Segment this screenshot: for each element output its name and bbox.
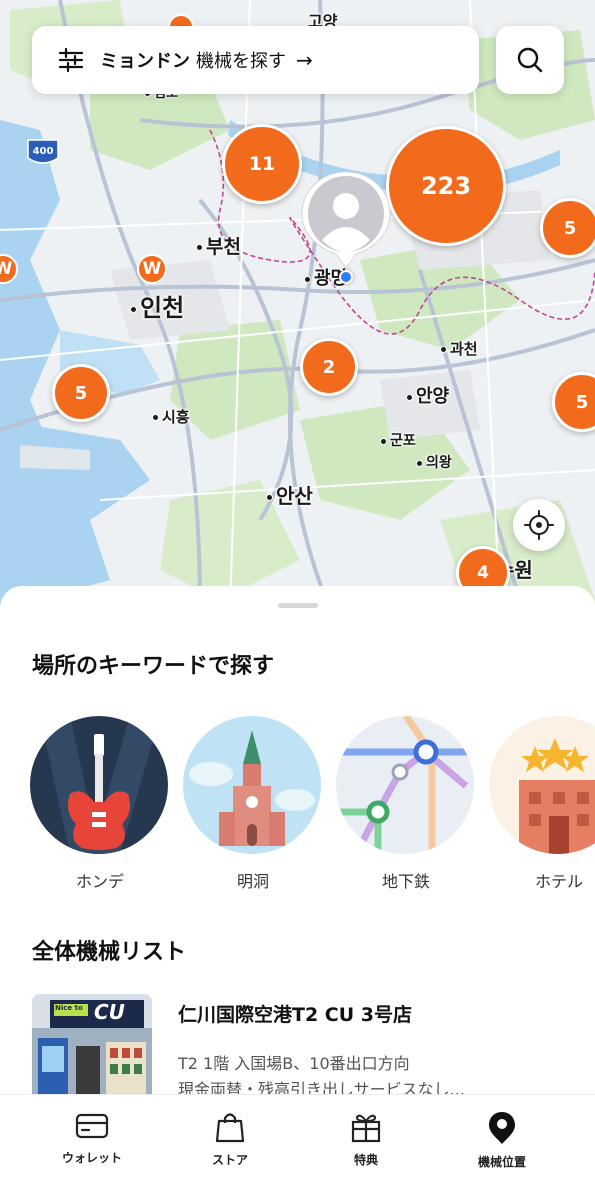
filter-sliders-icon[interactable] bbox=[58, 47, 84, 73]
brand-pin-icon[interactable]: W bbox=[137, 254, 167, 284]
machine-name: 仁川国際空港T2 CU 3号店 bbox=[178, 1004, 413, 1026]
keyword-item-hotel[interactable]: ホテル bbox=[489, 716, 595, 892]
keyword-label: 地下鉄 bbox=[381, 872, 430, 891]
tab-wallet[interactable]: ウォレット bbox=[32, 1111, 152, 1166]
map-cluster[interactable]: 2 bbox=[300, 338, 358, 396]
place-label-incheon: 인천 bbox=[130, 288, 184, 323]
keyword-item-hongdae[interactable]: ホンデ bbox=[30, 716, 170, 892]
gift-icon bbox=[351, 1114, 381, 1143]
bottom-tab-bar: ウォレット ストア 特典 機械位置 bbox=[0, 1094, 595, 1199]
guitar-icon bbox=[30, 716, 168, 854]
wallet-card-icon bbox=[75, 1113, 109, 1139]
current-location-dot bbox=[339, 270, 353, 284]
bottom-sheet[interactable]: 場所のキーワードで探す ホンデ 明洞 地下鉄 ホテル 全体機械リスト Nice … bbox=[0, 586, 595, 1106]
locate-me-button[interactable] bbox=[513, 499, 565, 551]
highway-shield-label: 400 bbox=[32, 146, 54, 157]
place-label-uiwang: 의왕 bbox=[416, 452, 452, 472]
place-label-bucheon: 부천 bbox=[196, 232, 241, 259]
place-label-gwacheon: 과천 bbox=[440, 338, 478, 359]
place-label-gunpo: 군포 bbox=[380, 430, 416, 450]
keyword-label: ホテル bbox=[534, 872, 583, 891]
user-avatar-pin-icon[interactable] bbox=[298, 168, 394, 278]
subway-map-icon bbox=[336, 716, 474, 854]
hotel-icon bbox=[489, 716, 595, 854]
tab-label: 機械位置 bbox=[477, 1155, 526, 1169]
search-button[interactable] bbox=[496, 26, 564, 94]
location-pin-icon bbox=[489, 1112, 515, 1144]
tab-label: 特典 bbox=[353, 1153, 378, 1167]
shopping-bag-icon bbox=[215, 1113, 245, 1143]
keyword-item-subway[interactable]: 地下鉄 bbox=[336, 716, 476, 892]
tab-label: ウォレット bbox=[61, 1151, 122, 1165]
machine-search-bar[interactable]: ミョンドン 機械を探す → bbox=[32, 26, 479, 94]
map-cluster[interactable]: 5 bbox=[540, 198, 595, 258]
thumb-brand-text: CU bbox=[94, 1000, 125, 1024]
search-icon bbox=[517, 47, 543, 73]
machine-address: T2 1階 入国場B、10番出口方向 bbox=[178, 1054, 410, 1073]
machine-list-title: 全体機械リスト bbox=[32, 940, 187, 965]
place-label-anyang: 안양 bbox=[406, 382, 449, 408]
map-cluster[interactable]: 11 bbox=[222, 124, 302, 204]
thumb-sign-text: Nice to bbox=[55, 1004, 83, 1012]
cathedral-icon bbox=[183, 716, 321, 854]
tab-store[interactable]: ストア bbox=[170, 1111, 290, 1168]
keyword-label: 明洞 bbox=[236, 872, 269, 891]
keyword-section-title: 場所のキーワードで探す bbox=[32, 654, 275, 679]
place-label-siheung: 시흥 bbox=[152, 406, 190, 427]
map-cluster[interactable]: 5 bbox=[52, 364, 110, 422]
keyword-item-myeongdong[interactable]: 明洞 bbox=[183, 716, 323, 892]
tab-label: ストア bbox=[211, 1153, 248, 1167]
sheet-drag-handle[interactable] bbox=[278, 603, 318, 608]
search-query-text: 機械を探す bbox=[196, 51, 286, 72]
keyword-label: ホンデ bbox=[75, 872, 124, 891]
tab-benefits[interactable]: 特典 bbox=[306, 1111, 426, 1168]
machine-thumbnail: Nice to CU bbox=[32, 994, 152, 1106]
tab-machine-location[interactable]: 機械位置 bbox=[442, 1111, 562, 1170]
machine-list-item[interactable]: Nice to CU 仁川国際空港T2 CU 3号店 T2 1階 入国場B、10… bbox=[32, 994, 572, 1106]
arrow-right-icon: → bbox=[296, 48, 313, 72]
crosshair-icon bbox=[524, 510, 554, 540]
map-cluster[interactable]: 223 bbox=[386, 126, 506, 246]
place-label-ansan: 안산 bbox=[266, 480, 313, 509]
map-view[interactable]: 400 고양 김포 부천 인천 광명 과천 안양 시흥 군포 의왕 안산 수원 … bbox=[0, 0, 595, 610]
search-location-text: ミョンドン bbox=[100, 51, 190, 72]
